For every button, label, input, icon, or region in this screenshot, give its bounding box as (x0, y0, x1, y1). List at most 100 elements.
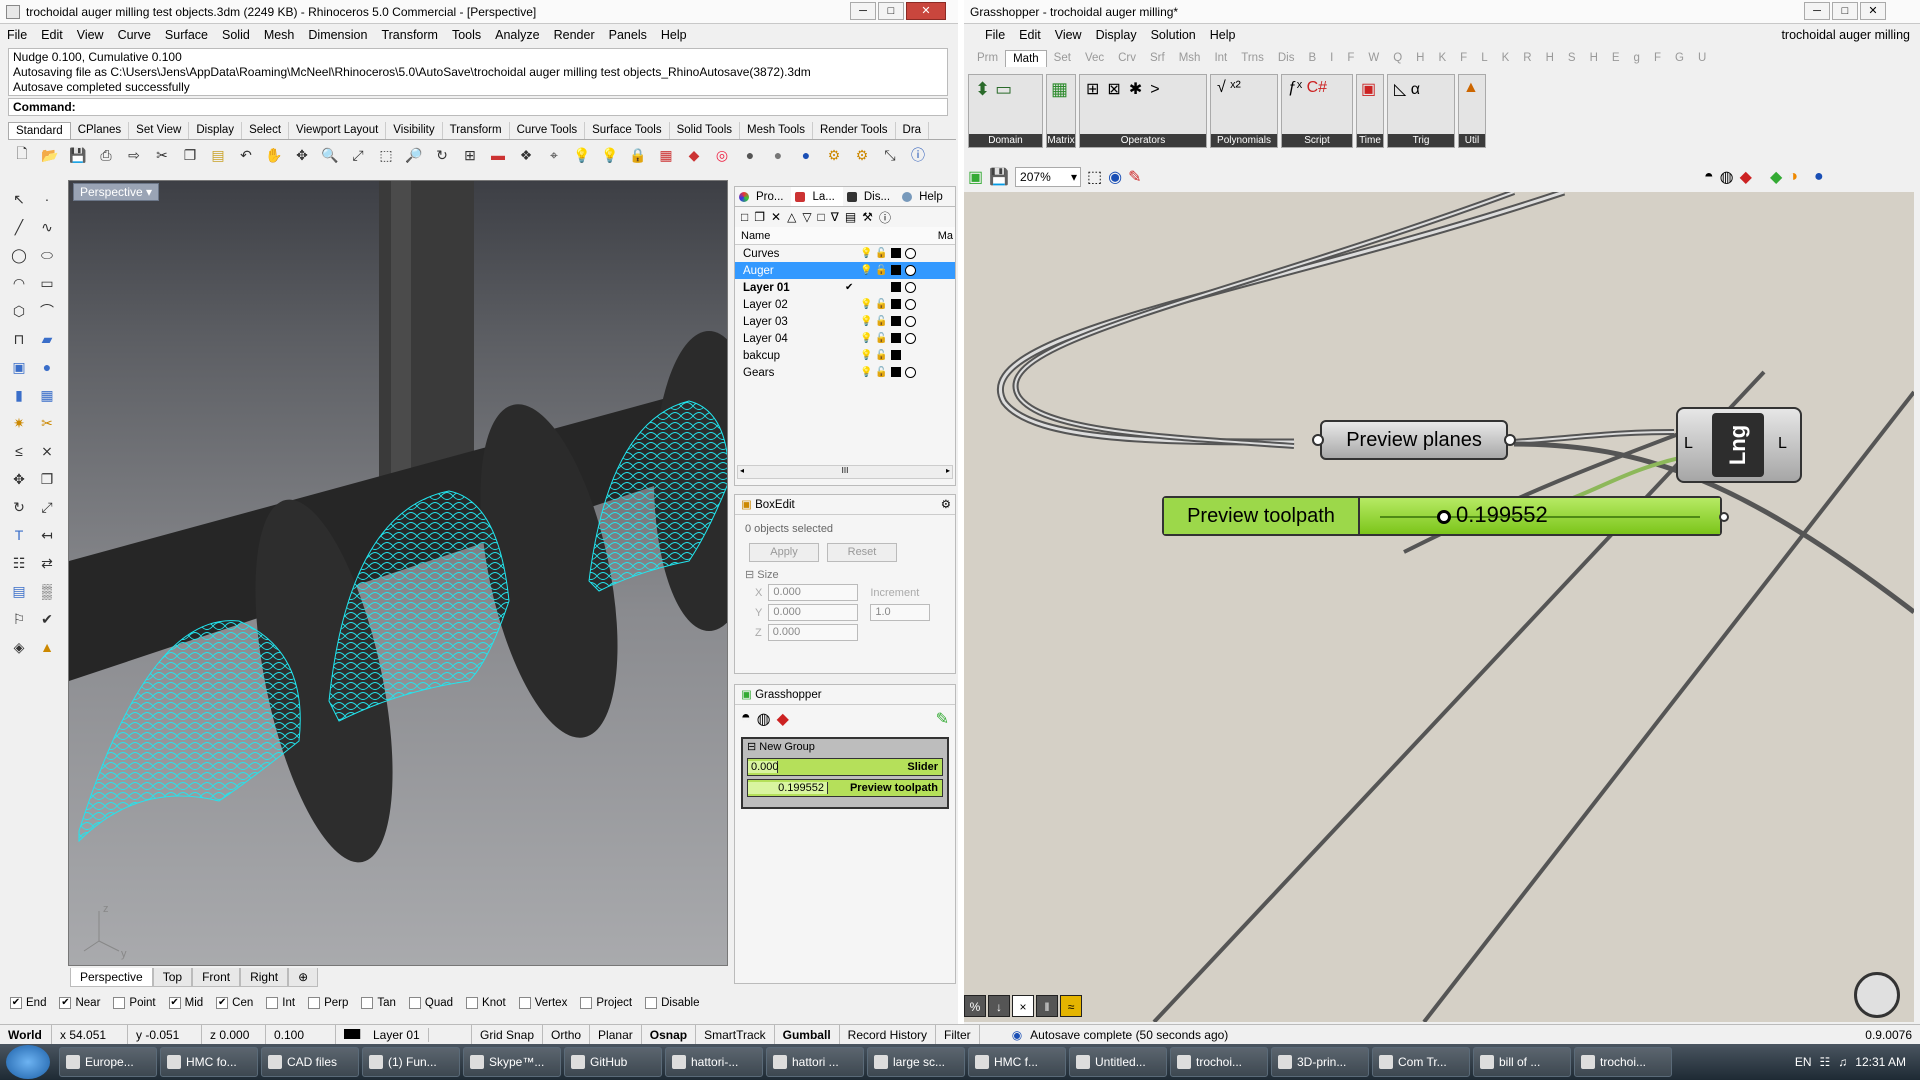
eye-icon[interactable]: ◉ (1108, 167, 1122, 187)
matrix-icon[interactable]: ▦ (1047, 75, 1075, 104)
zoom-extents-icon[interactable]: ⬚ (1087, 167, 1102, 187)
visibility-bulb-icon[interactable]: 💡 (860, 367, 872, 378)
visibility-bulb-icon[interactable]: 💡 (860, 299, 872, 310)
lock-icon[interactable]: 🔓 (875, 248, 887, 259)
move-up-icon[interactable]: △ (787, 210, 796, 224)
taskbar-item[interactable]: Com Tr... (1372, 1047, 1470, 1077)
trim-icon[interactable]: ✂ (34, 410, 60, 436)
preview-shaded-icon[interactable]: ◓ (741, 709, 751, 729)
osnap-toggle[interactable]: Osnap (642, 1024, 697, 1045)
zoom-selected-icon[interactable]: 🔎 (402, 143, 426, 167)
save-icon[interactable]: 💾 (66, 143, 90, 167)
gh-tab[interactable]: L (1474, 50, 1494, 67)
osnap-checkbox[interactable]: ✔ (216, 997, 229, 1009)
gh-tab[interactable]: K (1495, 50, 1517, 67)
lock-icon[interactable]: 🔓 (875, 299, 887, 310)
slider-grip[interactable] (1437, 510, 1451, 524)
osnap-knot[interactable]: Knot (466, 997, 506, 1009)
preview-wire-icon[interactable]: ◍ (757, 709, 771, 729)
gh-tab[interactable]: H (1583, 50, 1605, 67)
new-file-icon[interactable]: 🗋 (10, 143, 34, 167)
apply-button[interactable]: Apply (749, 543, 819, 562)
paste-icon[interactable]: ▤ (206, 143, 230, 167)
preview-shaded-icon[interactable]: ◓ (1704, 168, 1714, 186)
gh-tab[interactable]: R (1516, 50, 1538, 67)
osnap-perp[interactable]: Perp (308, 997, 348, 1009)
visibility-bulb-icon[interactable]: 💡 (860, 248, 872, 259)
canvas-navigator-icon[interactable] (1854, 972, 1900, 1018)
gh-tab[interactable]: Trns (1234, 50, 1271, 67)
zoom-icon[interactable]: 🔍 (318, 143, 342, 167)
size-y-field[interactable]: 0.000 (768, 604, 859, 621)
gh-canvas[interactable]: Preview planes L Lng L Preview toolpath … (964, 192, 1914, 1022)
trig-icon[interactable]: ◺ α (1388, 75, 1454, 103)
transform-icon[interactable]: ⇄ (34, 550, 60, 576)
bake-icon[interactable]: ◆ (1770, 167, 1782, 187)
taskbar-item[interactable]: hattori ... (766, 1047, 864, 1077)
increment-field[interactable]: 1.0 (870, 604, 931, 621)
viewport-tab-right[interactable]: Right (240, 968, 289, 987)
layer-row[interactable]: Layer 02 💡 🔓 (735, 296, 955, 313)
calendar-icon[interactable]: ▣ (1357, 75, 1383, 103)
layer-row[interactable]: Layer 04 💡 🔓 (735, 330, 955, 347)
osnap-near[interactable]: ✔ Near (59, 997, 100, 1009)
minimize-button[interactable]: ─ (1804, 2, 1830, 20)
new-layer-icon[interactable]: □ (741, 210, 748, 224)
preview-wire-icon[interactable]: ◍ (1720, 167, 1734, 187)
output-grip[interactable] (1504, 434, 1516, 446)
material-icon[interactable] (905, 248, 916, 259)
open-icon[interactable]: ▣ (968, 167, 983, 187)
gh-tab[interactable]: g (1627, 50, 1647, 67)
taskbar-item[interactable]: Skype™... (463, 1047, 561, 1077)
osnap-project[interactable]: Project (580, 997, 632, 1009)
gh-doc-name[interactable]: trochoidal auger milling (1774, 28, 1920, 42)
close-button[interactable]: ✕ (906, 2, 946, 20)
layer-tools-icon[interactable]: ▤ (845, 210, 856, 224)
reset-button[interactable]: Reset (827, 543, 897, 562)
tab-curve-tools[interactable]: Curve Tools (510, 122, 586, 139)
gh-tab[interactable]: Prm (970, 50, 1005, 67)
start-button[interactable] (6, 1045, 50, 1079)
slider-track[interactable]: 0.199552 (1360, 498, 1720, 534)
layer-color-swatch[interactable] (891, 248, 901, 258)
tab-mesh-tools[interactable]: Mesh Tools (740, 122, 813, 139)
tab-visibility[interactable]: Visibility (386, 122, 443, 139)
osnap-tan[interactable]: Tan (361, 997, 396, 1009)
cplane-status[interactable]: World (0, 1024, 52, 1045)
gh-tab[interactable]: Crv (1111, 50, 1143, 67)
render-mesh-icon[interactable]: ◈ (6, 634, 32, 660)
taskbar-item[interactable]: trochoi... (1170, 1047, 1268, 1077)
gh-tab[interactable]: Msh (1172, 50, 1208, 67)
point-icon[interactable]: · (34, 186, 60, 212)
menu-transform[interactable]: Transform (374, 28, 445, 42)
viewport-tab-front[interactable]: Front (192, 968, 241, 987)
menu-solid[interactable]: Solid (215, 28, 257, 42)
osnap-checkbox[interactable]: ✔ (59, 997, 72, 1009)
check-icon[interactable]: ✔ (34, 606, 60, 632)
tab-set-view[interactable]: Set View (129, 122, 190, 139)
wrench-icon[interactable]: ⚒ (862, 210, 873, 224)
slider-output-grip[interactable] (1719, 512, 1729, 522)
gh-bottom-bars-icon[interactable]: ‖ (1036, 995, 1058, 1017)
menu-analyze[interactable]: Analyze (488, 28, 546, 42)
snap-icon[interactable]: ⌖ (542, 143, 566, 167)
osnap-checkbox[interactable] (645, 997, 658, 1009)
toolpath-control[interactable]: 0.199552 Preview toolpath (747, 779, 943, 797)
gh-menu-help[interactable]: Help (1203, 28, 1243, 42)
gh-menu-edit[interactable]: Edit (1012, 28, 1048, 42)
color-wheel-icon[interactable]: ◎ (710, 143, 734, 167)
input-grip[interactable] (1312, 434, 1324, 446)
tab-viewport-layout[interactable]: Viewport Layout (289, 122, 387, 139)
lock-icon[interactable]: 🔓 (875, 350, 887, 361)
material-icon[interactable] (905, 265, 916, 276)
options-icon[interactable]: ⚙ (850, 143, 874, 167)
gh-tab[interactable]: F (1340, 50, 1361, 67)
group-icon[interactable]: ☷ (6, 550, 32, 576)
minimize-button[interactable]: ─ (850, 2, 876, 20)
light-icon[interactable]: 💡 (570, 143, 594, 167)
gh-tab[interactable]: B (1301, 50, 1323, 67)
polynomials-icon[interactable]: √ ˣ² (1211, 75, 1277, 101)
gh-menu-solution[interactable]: Solution (1144, 28, 1203, 42)
gh-tab[interactable]: Vec (1078, 50, 1111, 67)
rotate-view-icon[interactable]: ↻ (430, 143, 454, 167)
